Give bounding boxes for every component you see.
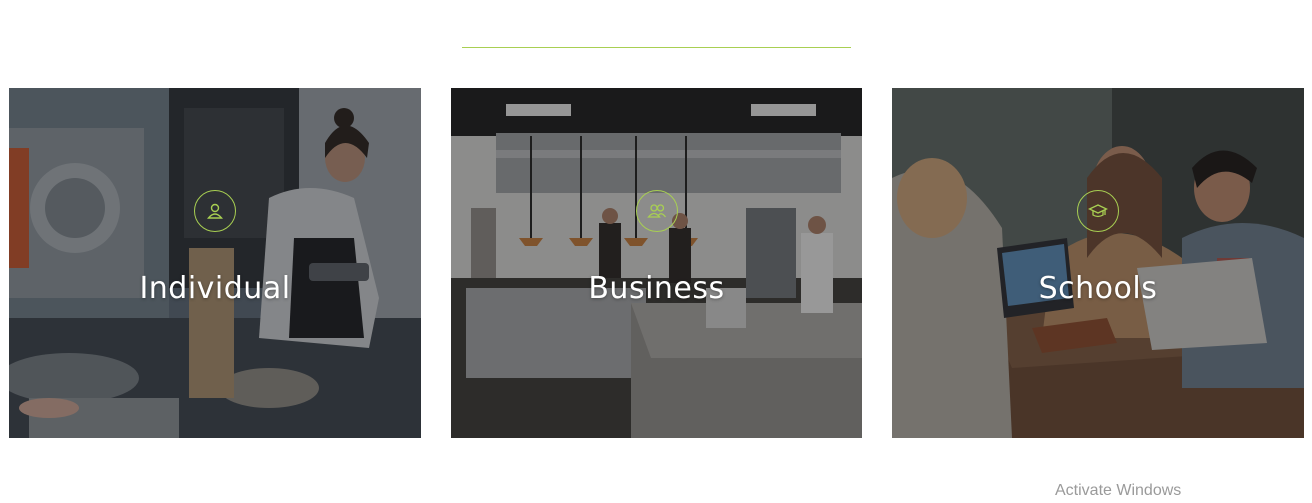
image-overlay — [451, 88, 862, 438]
image-overlay — [9, 88, 421, 438]
activate-windows-watermark: Activate Windows — [1055, 482, 1182, 499]
group-icon — [635, 190, 678, 232]
image-overlay — [892, 88, 1304, 438]
card-title: Business — [588, 271, 725, 306]
person-icon — [194, 190, 236, 232]
card-schools[interactable]: Schools — [892, 88, 1304, 438]
card-individual[interactable]: Individual — [9, 88, 421, 438]
card-business[interactable]: Business — [451, 88, 862, 438]
section-divider — [462, 47, 851, 48]
card-title: Schools — [1038, 271, 1158, 306]
graduation-cap-icon — [1077, 190, 1119, 232]
card-title: Individual — [139, 271, 291, 306]
